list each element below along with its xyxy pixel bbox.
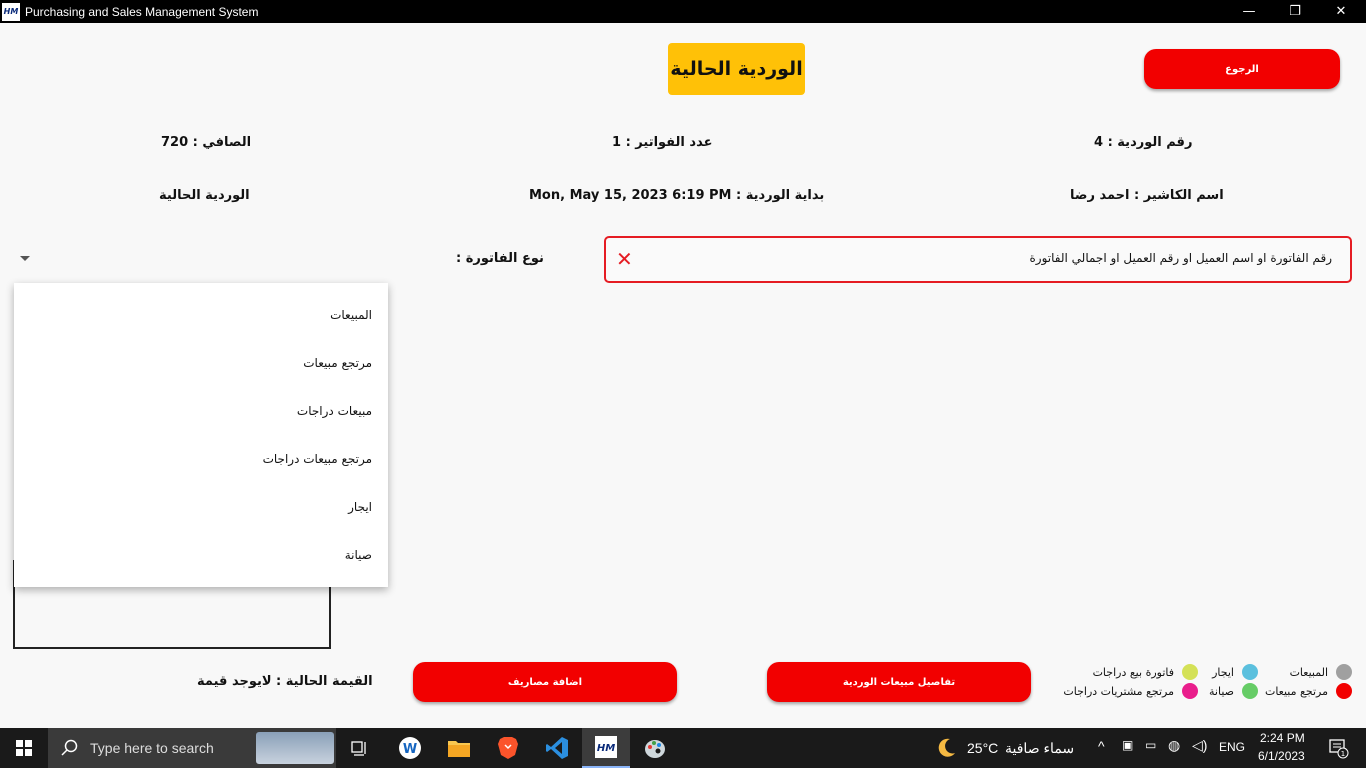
file-explorer-icon[interactable]: [435, 728, 483, 768]
windows-taskbar: Type here to search W HM 25°C سماء صافية…: [0, 728, 1366, 768]
notification-center-icon[interactable]: 1: [1318, 728, 1358, 768]
legend-label: مرتجع مبيعات: [1264, 684, 1328, 698]
invoice-count-label: عدد الفواتير : 1: [612, 135, 713, 150]
dropdown-option-maintenance[interactable]: صيانة: [345, 548, 372, 562]
svg-text:HM: HM: [597, 743, 615, 754]
legend-item-sales-return: مرتجع مبيعات: [1265, 683, 1352, 699]
add-expenses-button[interactable]: اضافة مصاريف: [413, 662, 677, 702]
weather-moon-icon[interactable]: [922, 728, 970, 768]
paint-app-icon[interactable]: [631, 728, 679, 768]
dropdown-arrow-icon[interactable]: [20, 256, 30, 261]
windows-logo-icon: [16, 740, 32, 756]
legend-label: المبيعات: [1289, 665, 1328, 679]
network-globe-icon[interactable]: ◍: [1168, 737, 1180, 754]
legend-item-rent: ايجار: [1212, 664, 1258, 680]
restore-button[interactable]: ❐: [1272, 0, 1318, 23]
meet-now-icon[interactable]: ▣: [1122, 738, 1133, 752]
invoice-type-label: نوع الفاتورة :: [456, 251, 544, 266]
start-button[interactable]: [0, 728, 48, 768]
dropdown-option-sales-return[interactable]: مرتجع مبيعات: [303, 356, 372, 370]
shift-sales-details-button[interactable]: تفاصيل مبيعات الوردية: [767, 662, 1031, 702]
clear-search-icon[interactable]: ✕: [616, 247, 633, 271]
taskbar-search-placeholder: Type here to search: [90, 740, 214, 756]
window-title: Purchasing and Sales Management System: [25, 4, 259, 19]
legend-dot-icon: [1336, 664, 1352, 680]
legend-dot-icon: [1242, 683, 1258, 699]
weather-description[interactable]: سماء صافية: [1005, 740, 1074, 757]
legend-dot-icon: [1182, 664, 1198, 680]
brave-browser-icon[interactable]: [484, 728, 532, 768]
current-value-label: القيمة الحالية : لايوجد قيمة: [197, 674, 373, 689]
legend-item-bike-sales-invoice: فاتورة بيع دراجات: [1093, 664, 1198, 680]
svg-text:W: W: [403, 742, 417, 757]
notification-count: 1: [1341, 750, 1345, 758]
show-hidden-icons-chevron-icon[interactable]: ^: [1098, 738, 1105, 754]
legend-item-maintenance: صيانة: [1209, 683, 1258, 699]
legend-label: ايجار: [1212, 665, 1234, 679]
shift-status-label: الوردية الحالية: [159, 188, 250, 203]
window-titlebar: HM Purchasing and Sales Management Syste…: [0, 0, 1366, 23]
language-indicator[interactable]: ENG: [1219, 740, 1245, 754]
dropdown-option-bike-sales-return[interactable]: مرتجع مبيعات دراجات: [263, 452, 372, 466]
page-title: الوردية الحالية: [668, 43, 805, 95]
shift-number-label: رقم الوردية : 4: [1094, 135, 1193, 150]
legend-dot-icon: [1336, 683, 1352, 699]
writer-app-icon[interactable]: W: [386, 728, 434, 768]
app-logo-icon: HM: [2, 2, 20, 21]
minimize-button[interactable]: —: [1226, 0, 1272, 23]
hm-app-taskbar-icon[interactable]: HM: [582, 728, 630, 768]
invoice-type-dropdown-menu: المبيعات مرتجع مبيعات مبيعات دراجات مرتج…: [14, 283, 388, 587]
task-view-icon[interactable]: [336, 728, 384, 768]
volume-icon[interactable]: ◁): [1192, 737, 1207, 754]
legend-label: صيانة: [1209, 684, 1234, 698]
close-window-button[interactable]: ✕: [1318, 0, 1364, 23]
legend-item-bike-purchase-return: مرتجع مشتريات دراجات: [1063, 683, 1198, 699]
search-icon: [61, 739, 78, 756]
vscode-icon[interactable]: [533, 728, 581, 768]
legend-label: فاتورة بيع دراجات: [1092, 665, 1174, 679]
clock-time[interactable]: 2:24 PM: [1260, 731, 1305, 745]
back-button[interactable]: الرجوع: [1144, 49, 1340, 89]
legend-dot-icon: [1182, 683, 1198, 699]
legend-dot-icon: [1242, 664, 1258, 680]
weather-temperature[interactable]: 25°C: [967, 740, 998, 756]
legend-label: مرتجع مشتريات دراجات: [1063, 684, 1174, 698]
dropdown-option-bike-sales[interactable]: مبيعات دراجات: [297, 404, 372, 418]
battery-icon[interactable]: ▭: [1145, 738, 1156, 752]
cashier-name-label: اسم الكاشير : احمد رضا: [1070, 188, 1224, 203]
taskbar-search[interactable]: Type here to search: [48, 728, 336, 768]
search-placeholder: رقم الفاتورة او اسم العميل او رقم العميل…: [1029, 251, 1332, 265]
clock-date[interactable]: 6/1/2023: [1258, 749, 1305, 763]
net-total-label: الصافي : 720: [161, 135, 252, 150]
legend-item-sales: المبيعات: [1290, 664, 1352, 680]
search-highlight-image: [256, 732, 334, 764]
shift-start-label: بداية الوردية : Mon, May 15, 2023 6:19 P…: [529, 188, 825, 203]
dropdown-option-sales[interactable]: المبيعات: [330, 308, 372, 322]
invoice-search-input[interactable]: رقم الفاتورة او اسم العميل او رقم العميل…: [604, 236, 1352, 283]
dropdown-option-rent[interactable]: ايجار: [348, 500, 372, 514]
